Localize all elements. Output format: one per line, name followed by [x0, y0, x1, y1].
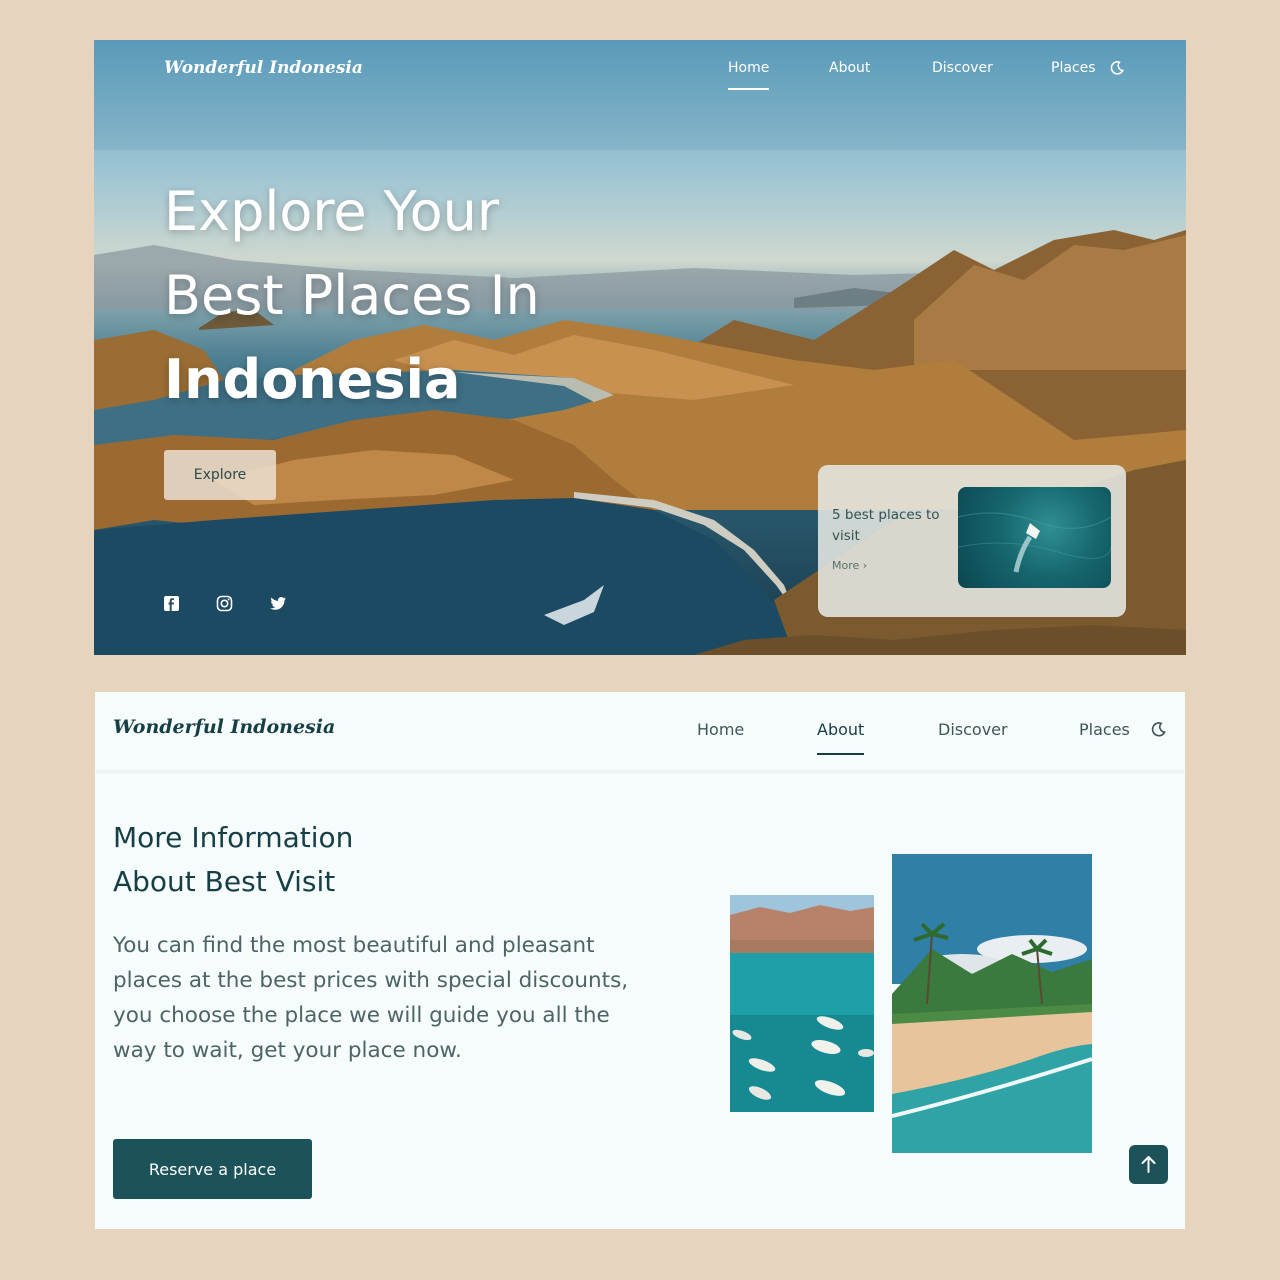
hero-title-line-3: Indonesia [164, 348, 461, 411]
hero-title-line-2: Best Places In [164, 264, 540, 327]
scroll-top-button[interactable] [1129, 1145, 1168, 1184]
twitter-icon[interactable] [270, 595, 287, 616]
instagram-icon[interactable] [216, 595, 233, 616]
about-heading-line-1: More Information [113, 821, 354, 854]
hero-nav-about[interactable]: About [829, 60, 870, 76]
about-section: Wonderful Indonesia Home About Discover … [95, 692, 1185, 1229]
card-text: 5 best places to visit [832, 507, 940, 544]
hero-title-line-1: Explore Your [164, 180, 500, 243]
hero-title: Explore Your Best Places In Indonesia [164, 170, 540, 422]
about-nav-places[interactable]: Places [1079, 720, 1130, 739]
harbor-boats-photo [730, 895, 874, 1112]
hero-nav-home[interactable]: Home [728, 60, 770, 90]
card-boat-image [958, 487, 1111, 588]
about-logo[interactable]: Wonderful Indonesia [113, 716, 335, 738]
about-heading-line-2: About Best Visit [113, 865, 336, 898]
about-nav-about[interactable]: About [817, 720, 865, 755]
moon-icon[interactable] [1109, 60, 1125, 80]
hero-nav-places[interactable]: Places [1051, 60, 1096, 76]
arrow-up-icon [1129, 1156, 1168, 1187]
reserve-button[interactable]: Reserve a place [113, 1139, 312, 1199]
moon-icon[interactable] [1150, 721, 1167, 742]
explore-button[interactable]: Explore [164, 450, 276, 500]
hero-section: Wonderful Indonesia Home About Discover … [94, 40, 1186, 655]
hero-logo[interactable]: Wonderful Indonesia [164, 58, 363, 78]
about-heading: More Information About Best Visit [113, 816, 353, 904]
about-description: You can find the most beautiful and plea… [113, 933, 629, 1063]
card-more-link[interactable]: More › [832, 559, 867, 572]
hero-navbar: Wonderful Indonesia Home About Discover … [94, 40, 1186, 140]
about-nav-home[interactable]: Home [697, 720, 744, 739]
best-places-card[interactable]: 5 best places to visit More › [818, 465, 1126, 617]
about-nav-discover[interactable]: Discover [938, 720, 1008, 739]
tropical-beach-photo [892, 854, 1092, 1153]
hero-nav-discover[interactable]: Discover [932, 60, 993, 76]
about-navbar: Wonderful Indonesia Home About Discover … [95, 692, 1185, 770]
facebook-icon[interactable] [163, 595, 180, 616]
